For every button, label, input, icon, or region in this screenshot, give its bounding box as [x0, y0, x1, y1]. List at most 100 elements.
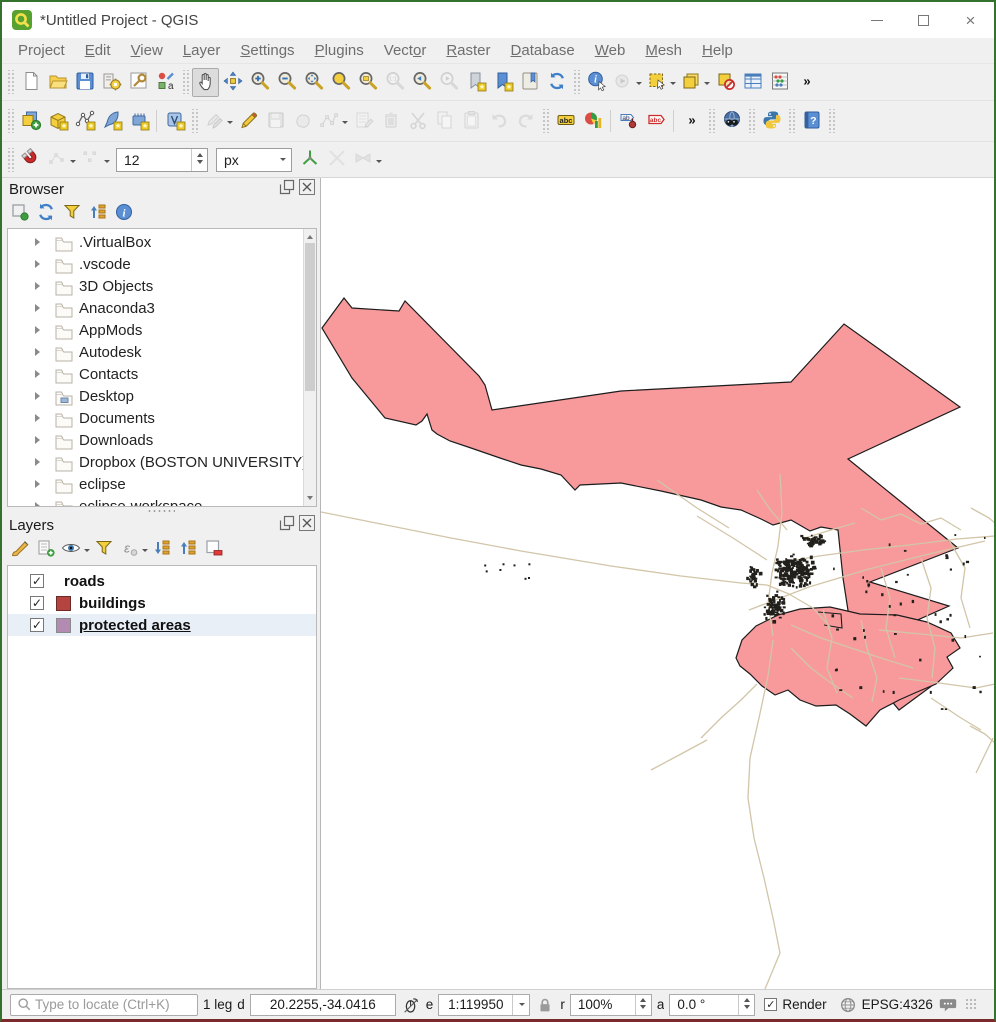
new-geopackage-layer-button[interactable]: [44, 107, 71, 136]
spin-down-icon[interactable]: [744, 1005, 750, 1012]
menu-raster[interactable]: Raster: [436, 40, 500, 61]
toolbar-grip[interactable]: [747, 109, 756, 133]
browser-item-anaconda3[interactable]: Anaconda3: [8, 297, 303, 319]
layer-row-buildings[interactable]: ✓buildings: [8, 592, 316, 614]
browser-item-downloads[interactable]: Downloads: [8, 429, 303, 451]
new-spatialite-layer-button[interactable]: [98, 107, 125, 136]
toggle-editing-button[interactable]: [235, 107, 262, 136]
open-project-button[interactable]: [44, 68, 71, 97]
layers-close-button[interactable]: [298, 517, 316, 533]
snapping-tolerance-spinner[interactable]: 12: [116, 148, 208, 172]
spin-down-icon[interactable]: [640, 1005, 646, 1012]
menu-project[interactable]: Project: [8, 40, 75, 61]
pin-labels-button[interactable]: ab: [615, 107, 642, 136]
filter-browser-button[interactable]: [60, 201, 84, 225]
browser-float-button[interactable]: [278, 181, 296, 197]
topological-editing-button[interactable]: [296, 145, 323, 174]
statistical-summary-button[interactable]: [766, 68, 793, 97]
layer-checkbox[interactable]: ✓: [30, 596, 44, 610]
menu-help[interactable]: Help: [692, 40, 743, 61]
menu-edit[interactable]: Edit: [75, 40, 121, 61]
toolbar-grip[interactable]: [827, 109, 836, 133]
message-log-icon[interactable]: [938, 995, 958, 1015]
layer-row-protected-areas[interactable]: ✓protected areas: [8, 614, 316, 636]
layers-float-button[interactable]: [278, 517, 296, 533]
zoom-to-layer-button[interactable]: [354, 68, 381, 97]
collapse-all-button[interactable]: [86, 201, 110, 225]
show-bookmarks-button[interactable]: [489, 68, 516, 97]
expand-caret-icon[interactable]: [35, 370, 44, 378]
toolbar-grip[interactable]: [572, 70, 581, 94]
toolbar-grip[interactable]: [707, 109, 716, 133]
zoom-to-selection-button[interactable]: [327, 68, 354, 97]
new-temporary-scratch-layer-button[interactable]: [125, 107, 152, 136]
maximize-button[interactable]: [900, 2, 947, 38]
identify-features-button[interactable]: i: [583, 68, 610, 97]
browser-item-autodesk[interactable]: Autodesk: [8, 341, 303, 363]
menu-mesh[interactable]: Mesh: [635, 40, 692, 61]
add-selected-layer-button[interactable]: [8, 201, 32, 225]
minimize-button[interactable]: [853, 2, 900, 38]
symbology-button[interactable]: a: [152, 68, 179, 97]
select-by-value-button[interactable]: [678, 68, 712, 97]
crs-status-button[interactable]: EPSG:4326: [838, 995, 933, 1015]
menu-vector[interactable]: Vector: [374, 40, 437, 61]
scale-combo[interactable]: 1:119950: [438, 994, 530, 1016]
expand-caret-icon[interactable]: [35, 304, 44, 312]
expand-caret-icon[interactable]: [35, 392, 44, 400]
scrollbar-thumb[interactable]: [305, 243, 315, 391]
spin-up-icon[interactable]: [640, 995, 646, 1002]
mouse-position-icon[interactable]: [401, 995, 421, 1015]
scroll-down-icon[interactable]: [304, 493, 316, 506]
render-checkbox[interactable]: ✓ Render: [764, 997, 826, 1012]
new-virtual-layer-button[interactable]: [161, 107, 188, 136]
zoom-in-button[interactable]: [246, 68, 273, 97]
bookmark-manager-button[interactable]: [516, 68, 543, 97]
new-project-button[interactable]: [17, 68, 44, 97]
layer-checkbox[interactable]: ✓: [30, 574, 44, 588]
menu-database[interactable]: Database: [501, 40, 585, 61]
menu-settings[interactable]: Settings: [230, 40, 304, 61]
zoom-full-button[interactable]: [300, 68, 327, 97]
browser-item-eclipse-workspace[interactable]: eclipse-workspace: [8, 495, 303, 507]
expand-caret-icon[interactable]: [35, 480, 44, 488]
menu-plugins[interactable]: Plugins: [305, 40, 374, 61]
locator-input[interactable]: [35, 997, 185, 1012]
browser-item-desktop[interactable]: Desktop: [8, 385, 303, 407]
add-group-button[interactable]: [34, 537, 58, 561]
remove-layer-button[interactable]: [202, 537, 226, 561]
new-bookmark-button[interactable]: [462, 68, 489, 97]
save-project-button[interactable]: [71, 68, 98, 97]
browser-item-contacts[interactable]: Contacts: [8, 363, 303, 385]
browser-item-appmods[interactable]: AppMods: [8, 319, 303, 341]
expand-caret-icon[interactable]: [35, 458, 44, 466]
expand-caret-icon[interactable]: [35, 348, 44, 356]
expand-caret-icon[interactable]: [35, 326, 44, 334]
filter-expression-button[interactable]: ε: [118, 537, 148, 561]
attribute-table-button[interactable]: [739, 68, 766, 97]
metasearch-button[interactable]: [718, 107, 745, 136]
expand-caret-icon[interactable]: [35, 436, 44, 444]
spin-up-icon[interactable]: [744, 995, 750, 1002]
filter-legend-button[interactable]: [92, 537, 116, 561]
menu-web[interactable]: Web: [585, 40, 636, 61]
style-manager-button[interactable]: [98, 68, 125, 97]
manage-map-themes-button[interactable]: [60, 537, 90, 561]
lock-icon[interactable]: [535, 995, 555, 1015]
browser-scrollbar[interactable]: [303, 229, 316, 506]
highlight-pinned-labels-button[interactable]: abc: [642, 107, 669, 136]
toolbar-overflow-button[interactable]: »: [678, 107, 705, 136]
new-shapefile-layer-button[interactable]: [71, 107, 98, 136]
browser-item-dropbox-boston-university-[interactable]: Dropbox (BOSTON UNIVERSITY): [8, 451, 303, 473]
layer-checkbox[interactable]: ✓: [30, 618, 44, 632]
spin-up-icon[interactable]: [197, 150, 203, 157]
browser-item--virtualbox[interactable]: .VirtualBox: [8, 231, 303, 253]
panel-splitter[interactable]: [2, 507, 320, 514]
expand-caret-icon[interactable]: [35, 502, 44, 507]
magnifier-spinner[interactable]: 100%: [570, 994, 652, 1016]
expand-caret-icon[interactable]: [35, 414, 44, 422]
toolbar-grip[interactable]: [6, 70, 15, 94]
browser-item-documents[interactable]: Documents: [8, 407, 303, 429]
browser-close-button[interactable]: [298, 181, 316, 197]
expand-caret-icon[interactable]: [35, 238, 44, 246]
